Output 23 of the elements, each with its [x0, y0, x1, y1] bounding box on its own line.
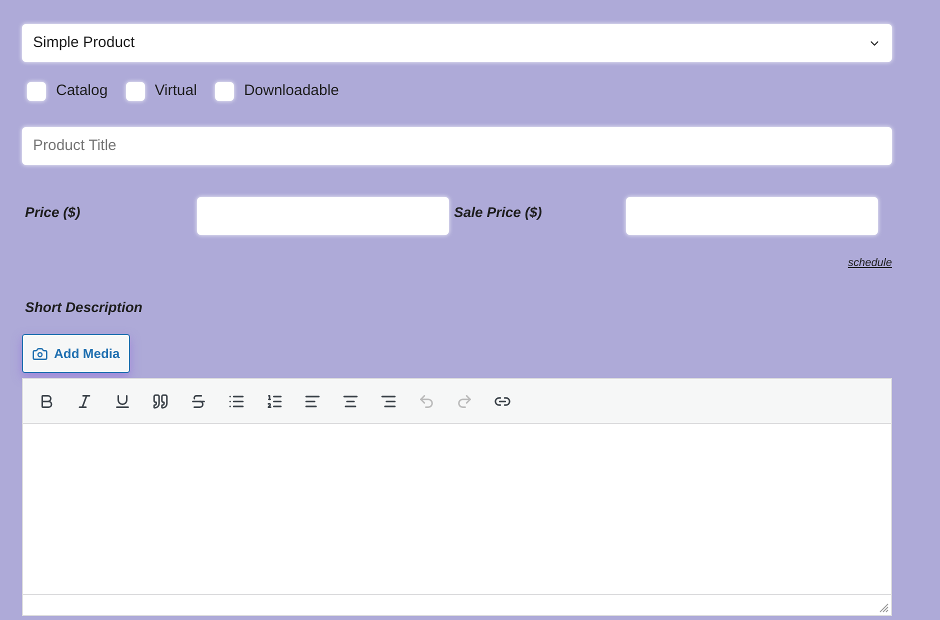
product-type-select[interactable]: Simple Product: [22, 24, 892, 62]
numbered-list-icon: [266, 392, 282, 410]
schedule-link[interactable]: schedule: [848, 254, 892, 271]
price-label: Sale Price ($): [454, 202, 543, 222]
short-description-label: Short Description: [25, 298, 144, 317]
checkbox-label: Downloadable: [244, 81, 340, 101]
price-label: Price ($): [25, 202, 82, 222]
checkbox[interactable]: [214, 82, 234, 101]
strikethrough-icon: [190, 392, 206, 410]
add-media-button[interactable]: Add Media: [22, 334, 130, 373]
price-field[interactable]: [626, 196, 878, 234]
redo-icon: [456, 392, 472, 410]
quote-icon: [152, 392, 168, 410]
camera-icon: [32, 346, 48, 362]
resize-handle-icon: [879, 603, 889, 613]
checkbox[interactable]: [126, 82, 145, 101]
undo-icon: [418, 392, 434, 410]
checkbox-label: Virtual: [154, 81, 197, 101]
checkbox[interactable]: [27, 82, 46, 101]
product-title-field[interactable]: Product Title: [22, 126, 892, 164]
price-field[interactable]: [197, 196, 449, 234]
underline-icon: [114, 392, 130, 410]
checkbox-label: Catalog: [56, 81, 108, 101]
